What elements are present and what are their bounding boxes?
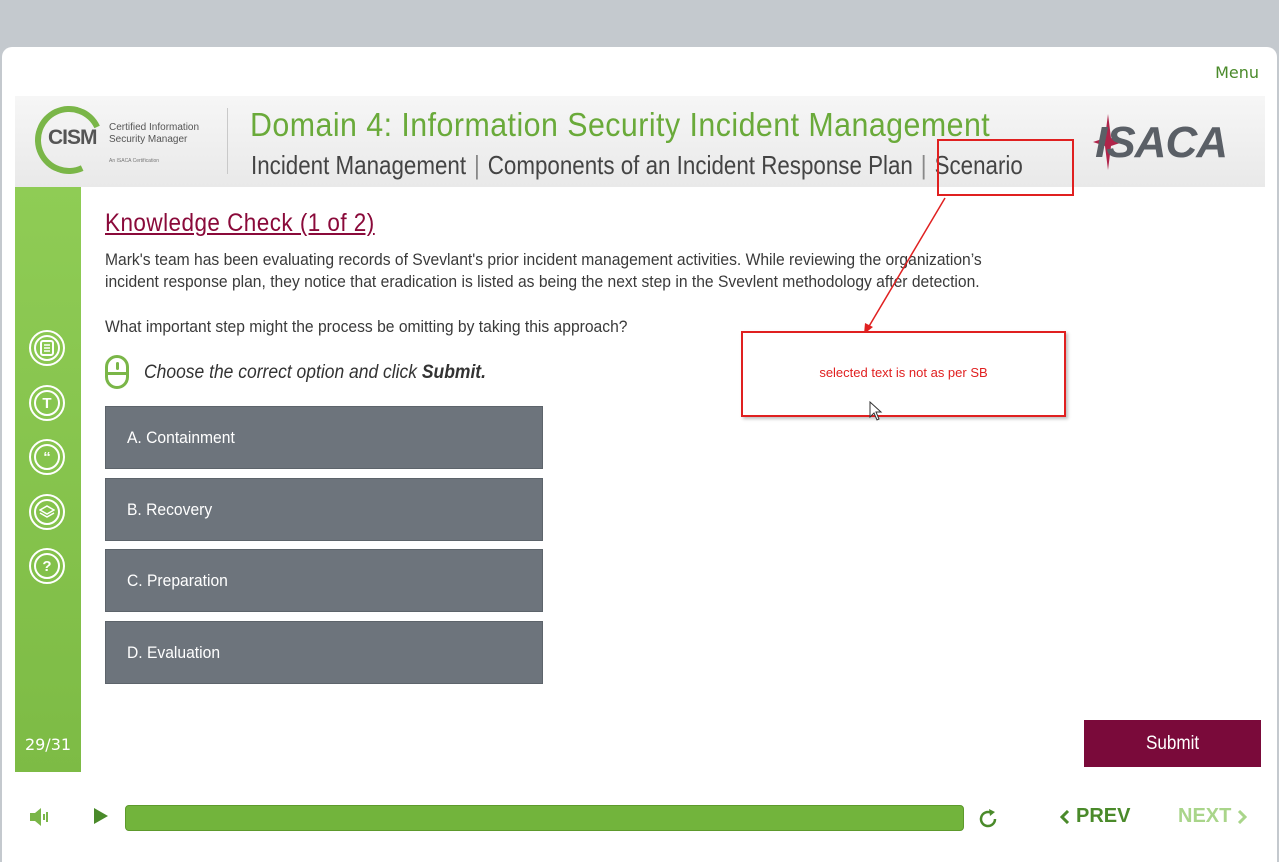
replay-icon[interactable] xyxy=(976,807,1000,831)
mouse-icon xyxy=(105,355,129,389)
annotation-highlight-box xyxy=(937,139,1074,196)
logo-certification: An ISACA Certification xyxy=(109,158,160,164)
progress-fill xyxy=(125,805,964,831)
menu-button[interactable]: Menu xyxy=(1215,63,1259,82)
page-counter: 29/31 xyxy=(24,735,72,754)
domain-title: Domain 4: Information Security Incident … xyxy=(250,106,991,143)
player-window: Menu CISM Certified Information Security… xyxy=(2,47,1277,862)
breadcrumb: Incident Management | Components of an I… xyxy=(251,150,1023,180)
instruction-text: Choose the correct option and click Subm… xyxy=(144,362,486,383)
mouse-cursor-icon xyxy=(869,401,883,421)
logo-subtitle: Certified Information Security Manager xyxy=(109,122,200,145)
notes-icon[interactable] xyxy=(29,330,65,366)
option-b[interactable]: B. Recovery xyxy=(105,478,543,541)
chevron-left-icon xyxy=(1060,809,1070,824)
knowledge-check-title: Knowledge Check (1 of 2) xyxy=(105,209,375,237)
annotation-comment-box: selected text is not as per SB xyxy=(741,331,1066,417)
play-icon[interactable] xyxy=(93,807,109,825)
quote-icon[interactable]: “ xyxy=(29,439,65,475)
help-icon[interactable]: ? xyxy=(29,548,65,584)
breadcrumb-item: Incident Management xyxy=(251,150,467,180)
chevron-right-icon xyxy=(1238,809,1248,824)
progress-bar[interactable] xyxy=(125,805,964,831)
layers-icon[interactable] xyxy=(29,494,65,530)
prev-button[interactable]: PREV xyxy=(1060,805,1130,828)
option-c[interactable]: C. Preparation xyxy=(105,549,543,612)
header-divider xyxy=(227,108,228,174)
left-sidebar: T “ ? 29/31 xyxy=(15,187,81,772)
header-banner: CISM Certified Information Security Mana… xyxy=(15,96,1265,187)
option-d[interactable]: D. Evaluation xyxy=(105,621,543,684)
question-text: What important step might the process be… xyxy=(105,317,628,336)
submit-button[interactable]: Submit xyxy=(1084,720,1261,767)
option-a[interactable]: A. Containment xyxy=(105,406,543,469)
next-button[interactable]: NEXT xyxy=(1178,805,1248,828)
breadcrumb-item: Components of an Incident Response Plan xyxy=(487,150,913,180)
annotation-text: selected text is not as per SB xyxy=(819,364,988,380)
transcript-icon[interactable]: T xyxy=(29,385,65,421)
cism-logo: CISM Certified Information Security Mana… xyxy=(25,96,225,184)
playback-controls: PREV NEXT xyxy=(2,792,1277,842)
volume-icon[interactable] xyxy=(29,807,51,827)
logo-word: CISM xyxy=(48,126,97,149)
isaca-logo: ISACA xyxy=(1095,118,1228,167)
scenario-paragraph: Mark's team has been evaluating records … xyxy=(105,250,982,291)
